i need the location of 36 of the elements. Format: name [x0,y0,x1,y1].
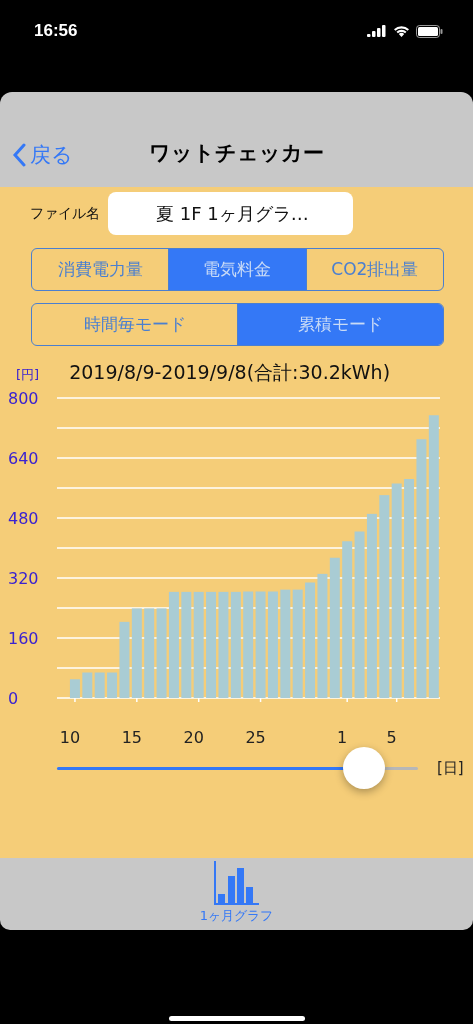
chart-bar [69,679,80,698]
axis-label: 25 [245,728,266,746]
file-name-label: ファイル名 [30,204,100,223]
segment-tab[interactable]: 時間毎モード [32,304,237,345]
axis-label: 800 [8,389,39,408]
signal-icon [367,25,387,37]
axis-label: 5 [386,728,397,746]
axis-label: 0 [8,689,19,708]
axis-label: 320 [8,569,39,588]
wifi-icon [393,25,410,37]
axis-label: 20 [183,728,204,746]
back-button[interactable]: 戻る [12,141,73,169]
axis-label: 160 [8,629,39,648]
axis-label: 15 [121,728,142,746]
tab-bar-item[interactable]: 1ヶ月グラフ [199,858,274,930]
axis-label: 1 [337,728,348,746]
file-name-field[interactable]: 夏 1F 1ヶ月グラ… [108,192,353,235]
unit-label: [日] [437,758,464,778]
chart-bar [82,672,93,698]
chevron-icon [12,143,26,167]
axis-label: 480 [8,509,39,528]
segment-tab[interactable]: 電気料金 [168,249,306,290]
segment-tab[interactable]: CO2排出量 [305,249,443,290]
chart-title: 2019/8/9-2019/9/8(合計:30.2kWh) [69,360,391,385]
screen-title: ワットチェッカー [149,140,324,167]
slider-track[interactable] [57,746,418,790]
segment-tab[interactable]: 累積モード [237,304,443,345]
battery-icon [416,24,443,38]
status-time: 16:56 [34,21,78,41]
unit-label: [円] [16,366,40,384]
chart-bar [94,672,105,698]
axis-label: 640 [8,449,39,468]
segment-tab[interactable]: 消費電力量 [32,249,169,290]
axis-label: 10 [59,728,81,746]
slider-thumb[interactable] [342,747,385,789]
bar-chart-icon [213,861,260,905]
